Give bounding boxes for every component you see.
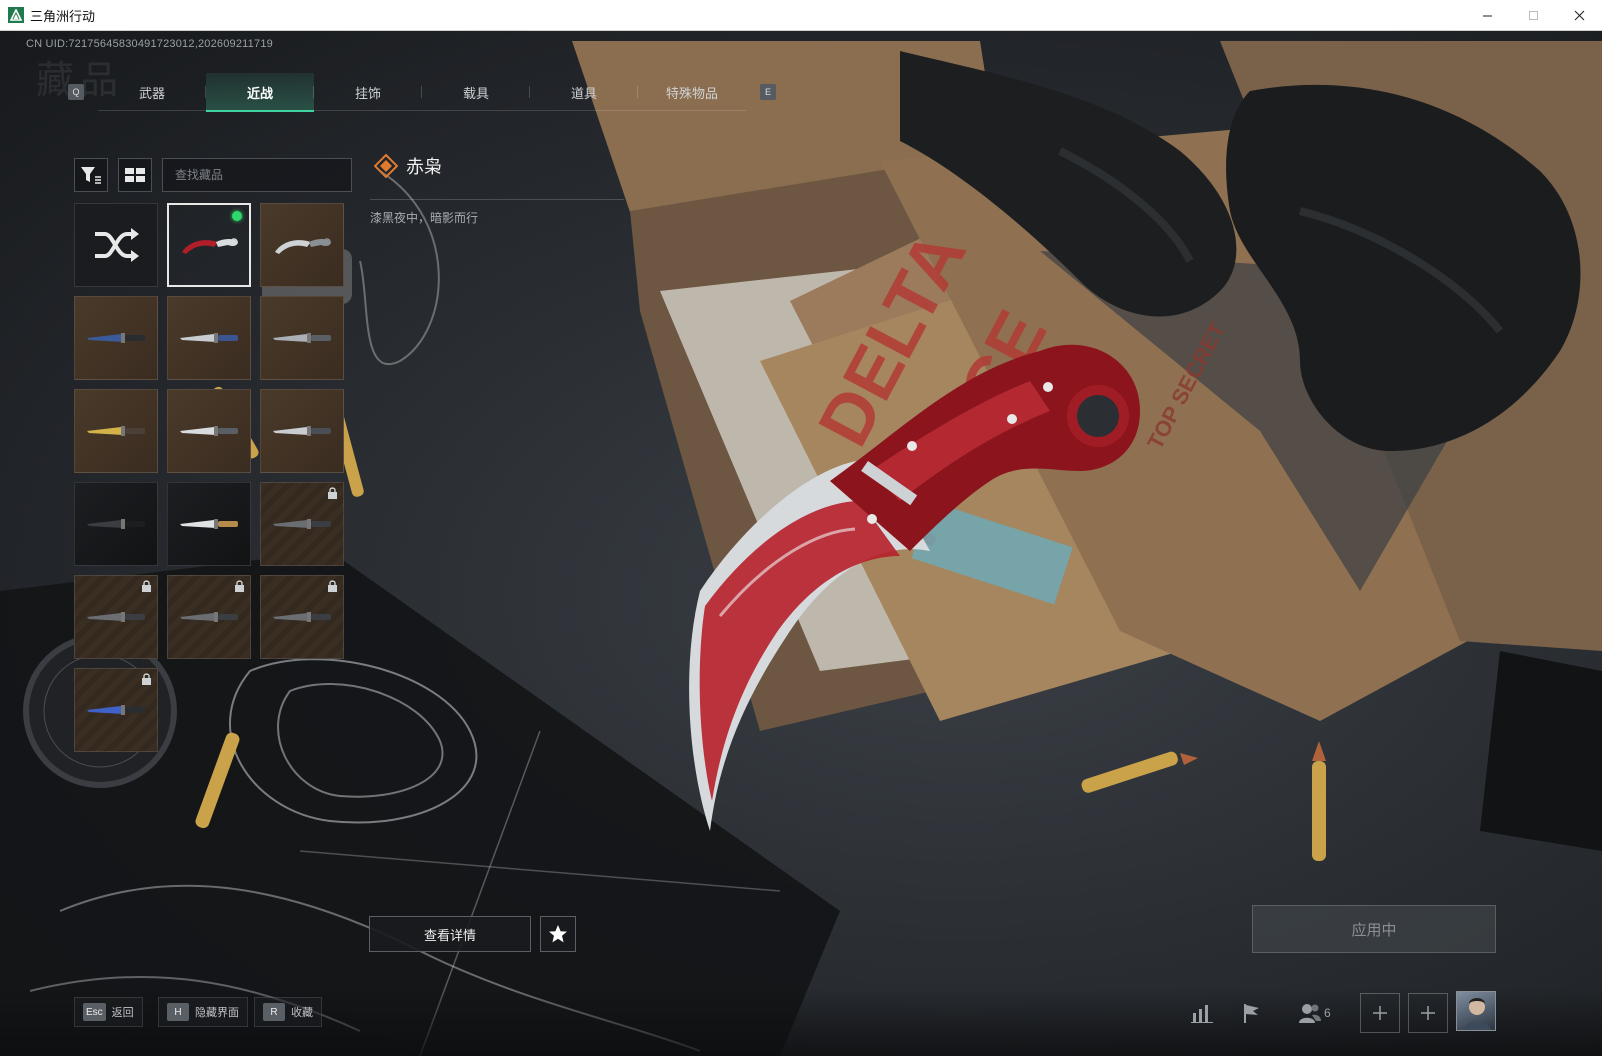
collection-item[interactable] (74, 668, 158, 752)
shuffle-icon (95, 228, 139, 262)
lock-icon (235, 580, 244, 592)
flag-icon (1244, 1004, 1259, 1023)
player-avatar[interactable] (1456, 991, 1496, 1031)
collection-item[interactable] (74, 296, 158, 380)
maximize-button[interactable] (1510, 0, 1556, 31)
window-titlebar: 三角洲行动 (0, 0, 1602, 31)
serrated-knife-icon (180, 426, 238, 436)
blue-knife-icon (87, 705, 145, 715)
close-button[interactable] (1556, 0, 1602, 31)
detail-divider (370, 199, 624, 200)
knife-icon (273, 612, 331, 622)
plus-icon (1421, 1006, 1435, 1020)
grid-view-button[interactable] (118, 158, 152, 192)
squad-slot-1[interactable] (1360, 993, 1400, 1033)
item-name: 赤枭 (406, 157, 442, 177)
game-scene: DELTA FORCE TOP SECRET (0, 31, 1602, 1056)
collection-grid (74, 203, 344, 752)
collection-item[interactable] (167, 296, 251, 380)
collection-item[interactable] (74, 482, 158, 566)
bowie-knife-icon (273, 426, 331, 436)
black-knife-icon (87, 519, 145, 529)
tab-special-items[interactable]: 特殊物品 (638, 73, 746, 111)
collect-key: R (263, 1003, 285, 1021)
filter-button[interactable] (74, 158, 108, 192)
silver-knife-icon (180, 519, 238, 529)
tab-melee[interactable]: 近战 (206, 73, 314, 112)
collection-item[interactable] (260, 482, 344, 566)
app-logo-icon (8, 7, 24, 23)
rarity-diamond-icon (374, 154, 398, 178)
lock-icon (328, 580, 337, 592)
collection-toolbar (74, 158, 352, 192)
collection-item[interactable] (74, 575, 158, 659)
friends-count: 6 (1324, 1006, 1331, 1020)
equipped-indicator-icon (232, 211, 242, 221)
knife-icon (87, 612, 145, 622)
mission-flag-button[interactable] (1232, 993, 1272, 1033)
collection-item[interactable] (74, 389, 158, 473)
karambit-silver-icon (275, 238, 331, 254)
plus-icon (1373, 1006, 1387, 1020)
hide-ui-label: 隐藏界面 (195, 1007, 239, 1019)
combat-knife-icon (180, 333, 238, 343)
item-description: 漆黑夜中，暗影而行 (370, 211, 479, 225)
favorite-button[interactable] (540, 916, 576, 952)
filter-icon (81, 167, 101, 184)
collection-item[interactable] (167, 203, 251, 287)
collection-item[interactable] (260, 575, 344, 659)
knife-icon (180, 612, 238, 622)
maximize-icon (1528, 11, 1538, 20)
grid-view-icon (125, 168, 145, 182)
minimize-button[interactable] (1464, 0, 1510, 31)
operator-portrait-icon (1463, 998, 1491, 1030)
star-icon (549, 925, 567, 943)
tab-next-key[interactable]: E (760, 84, 776, 100)
category-tabs: Q 武器 近战 挂饰 载具 道具 特殊物品 E (68, 73, 776, 112)
collect-label: 收藏 (291, 1007, 313, 1019)
collection-item[interactable] (260, 203, 344, 287)
knife-icon (273, 519, 331, 529)
collection-item[interactable] (167, 389, 251, 473)
view-details-button[interactable]: 查看详情 (369, 916, 531, 952)
tab-vehicles[interactable]: 载具 (422, 73, 530, 111)
karambit-red-icon (182, 238, 238, 254)
collection-item[interactable] (260, 296, 344, 380)
collection-item[interactable] (260, 389, 344, 473)
tab-prev-key[interactable]: Q (68, 84, 84, 100)
bar-chart-icon (1191, 1005, 1213, 1023)
apply-button[interactable]: 应用中 (1252, 905, 1496, 953)
collection-item[interactable] (167, 575, 251, 659)
hide-ui-hint[interactable]: H 隐藏界面 (158, 997, 248, 1027)
close-icon (1574, 10, 1584, 21)
lock-icon (142, 673, 151, 685)
window-title: 三角洲行动 (30, 8, 96, 24)
lock-icon (328, 487, 337, 499)
tactical-knife-icon (273, 333, 331, 343)
tab-props[interactable]: 道具 (530, 73, 638, 111)
item-detail-header: 赤枭 (374, 153, 442, 179)
stats-button[interactable] (1182, 993, 1222, 1033)
search-input[interactable] (162, 158, 352, 192)
tomahawk-icon (87, 333, 145, 343)
lock-icon (142, 580, 151, 592)
collection-item[interactable] (74, 203, 158, 287)
squad-slot-2[interactable] (1408, 993, 1448, 1033)
back-label: 返回 (111, 1007, 134, 1019)
tab-strip: 武器 近战 挂饰 载具 道具 特殊物品 (98, 73, 746, 112)
tab-charms[interactable]: 挂饰 (314, 73, 422, 111)
friends-icon (1299, 1004, 1321, 1023)
collect-hint[interactable]: R 收藏 (254, 997, 322, 1027)
hide-ui-key: H (167, 1003, 189, 1021)
back-hint[interactable]: Esc 返回 (74, 997, 143, 1027)
tab-weapons[interactable]: 武器 (98, 73, 206, 111)
collection-item[interactable] (167, 482, 251, 566)
back-key: Esc (83, 1003, 106, 1021)
gold-knife-icon (87, 426, 145, 436)
minimize-icon (1482, 15, 1492, 17)
